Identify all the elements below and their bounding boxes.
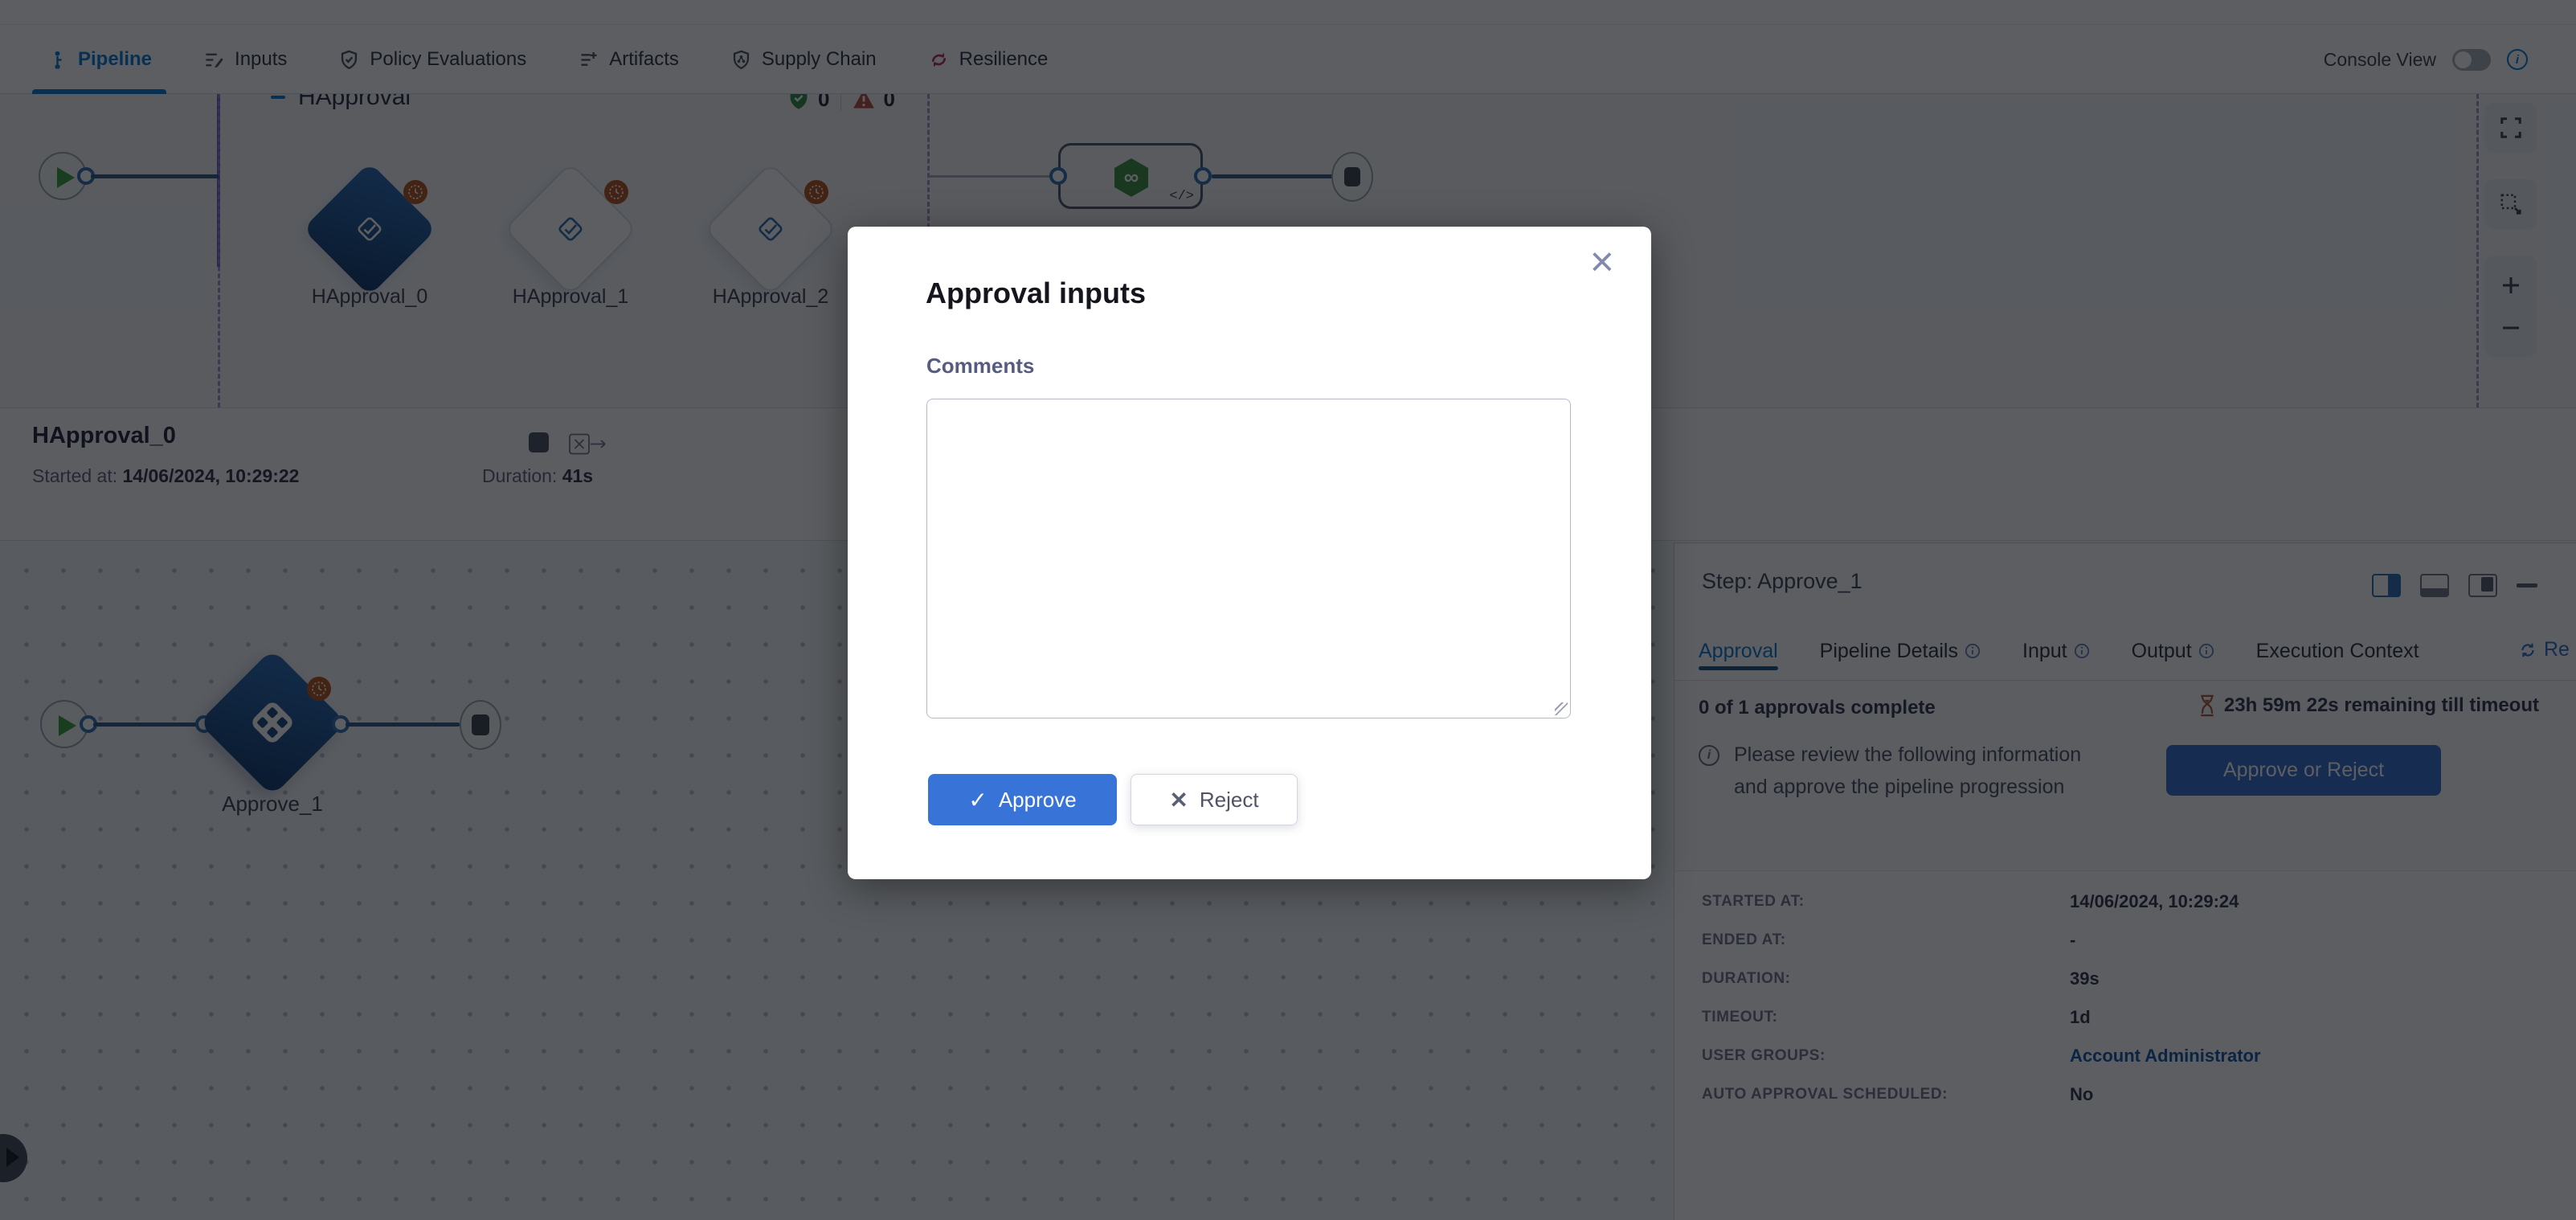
comments-label: Comments (926, 354, 1034, 379)
modal-title: Approval inputs (926, 276, 1146, 310)
x-icon: ✕ (1169, 787, 1188, 813)
approval-inputs-modal: × Approval inputs Comments ✓ Approve ✕ R… (848, 227, 1651, 879)
approve-label: Approve (999, 788, 1077, 813)
comments-input[interactable] (926, 399, 1571, 718)
reject-button[interactable]: ✕ Reject (1131, 774, 1298, 825)
close-icon[interactable]: × (1590, 241, 1614, 283)
execution-page: HApproval 0 0 (0, 0, 2576, 1220)
check-icon: ✓ (968, 787, 987, 813)
approve-button[interactable]: ✓ Approve (928, 774, 1117, 825)
reject-label: Reject (1200, 788, 1259, 813)
